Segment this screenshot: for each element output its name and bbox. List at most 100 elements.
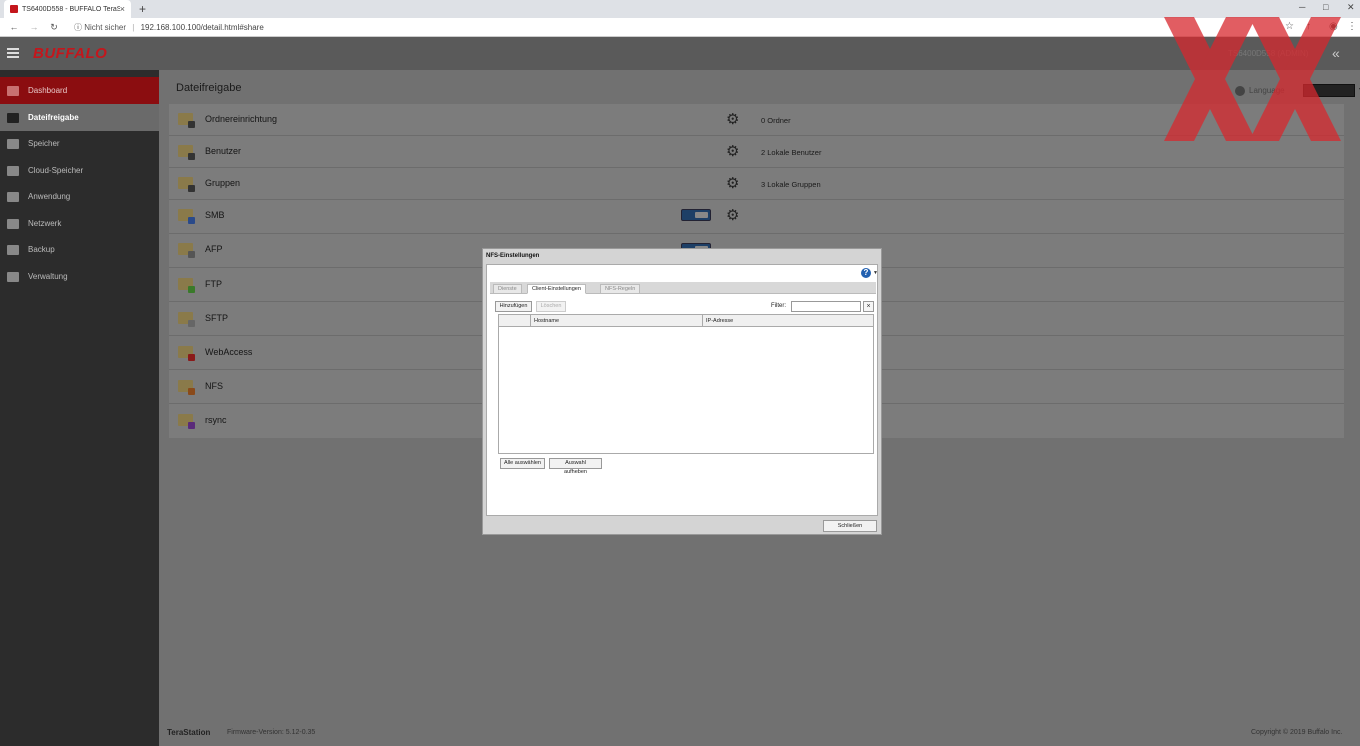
apps-grid-icon	[7, 191, 19, 202]
folder-webaccess-icon	[178, 346, 195, 361]
language-selector[interactable]: Language ▼	[1235, 84, 1360, 97]
sidebar-item-anwendung[interactable]: Anwendung	[0, 183, 159, 210]
sidebar-item-cloud-speicher[interactable]: Cloud-Speicher	[0, 157, 159, 184]
folder-settings-icon	[178, 113, 195, 128]
sidebar-item-label: Backup	[28, 245, 55, 254]
list-item-label: WebAccess	[205, 347, 253, 357]
buffalo-logo: BUFFALO	[33, 45, 108, 62]
smb-toggle[interactable]	[681, 209, 711, 221]
reload-icon[interactable]: ↻	[48, 22, 60, 33]
extension-icon[interactable]: ↑	[1306, 21, 1311, 32]
close-button[interactable]: Schließen	[823, 520, 877, 532]
column-ip-address[interactable]: IP-Adresse	[702, 315, 733, 326]
backup-icon	[7, 244, 19, 255]
browser-tab[interactable]: TS6400D558 - BUFFALO TeraStati ×	[4, 0, 131, 18]
hamburger-menu-icon[interactable]	[7, 48, 19, 60]
maximize-icon[interactable]: □	[1323, 2, 1328, 12]
select-all-button[interactable]: Alle auswählen	[500, 458, 545, 469]
sidebar-item-backup[interactable]: Backup	[0, 236, 159, 263]
deselect-button[interactable]: Auswahl aufheben	[549, 458, 602, 475]
delete-button[interactable]: Löschen	[536, 301, 566, 312]
sidebar-item-verwaltung[interactable]: Verwaltung	[0, 263, 159, 290]
sidebar-item-label: Dashboard	[28, 86, 68, 95]
list-item-label: NFS	[205, 381, 223, 391]
back-arrow-icon[interactable]: ←	[8, 22, 20, 32]
nfs-settings-dialog: NFS-Einstellungen ? ▼ Dienste Client-Ein…	[482, 248, 882, 535]
list-item-label: SMB	[205, 210, 225, 220]
list-item-benutzer[interactable]: Benutzer ⚙ 2 Lokale Benutzer	[169, 136, 1344, 168]
folder-afp-icon	[178, 243, 195, 258]
list-item-label: Benutzer	[205, 146, 242, 156]
new-tab-button[interactable]: +	[139, 2, 146, 16]
url-separator: |	[132, 22, 135, 32]
storage-icon	[7, 138, 19, 149]
app-header: BUFFALO TS6400D558 (ADMIN) «	[0, 37, 1360, 70]
list-item-gruppen[interactable]: Gruppen ⚙ 3 Lokale Gruppen	[169, 168, 1344, 200]
dialog-tabs: Dienste Client-Einstellungen NFS-Regeln	[490, 282, 876, 294]
tab-dienste[interactable]: Dienste	[493, 284, 522, 294]
cloud-icon	[7, 165, 19, 176]
add-button[interactable]: Hinzufügen	[495, 301, 532, 312]
language-dropdown[interactable]	[1302, 84, 1355, 97]
folder-icon	[7, 112, 19, 123]
network-icon	[7, 218, 19, 229]
close-tab-icon[interactable]: ×	[120, 4, 125, 14]
list-item-label: Ordnereinrichtung	[205, 114, 278, 124]
terastation-brand: TeraStation	[167, 728, 211, 737]
bookmark-star-icon[interactable]: ☆	[1285, 21, 1294, 32]
folder-ftp-icon	[178, 278, 195, 293]
language-label: Language	[1249, 86, 1285, 95]
select-column-header[interactable]	[499, 315, 531, 326]
url-text: 192.168.100.100/detail.html#share	[140, 22, 264, 32]
folder-nfs-icon	[178, 380, 195, 395]
gear-icon[interactable]: ⚙	[726, 112, 739, 127]
tab-nfs-regeln[interactable]: NFS-Regeln	[600, 284, 641, 294]
sidebar-item-speicher[interactable]: Speicher	[0, 130, 159, 157]
minimize-icon[interactable]: ─	[1299, 2, 1305, 12]
close-window-icon[interactable]: ✕	[1347, 2, 1355, 13]
sidebar-item-label: Netzwerk	[28, 219, 62, 228]
client-table: Hostname IP-Adresse	[498, 314, 874, 454]
copyright: Copyright © 2019 Buffalo Inc.	[1251, 729, 1343, 736]
browser-tabbar: TS6400D558 - BUFFALO TeraStati × + ─ □ ✕	[0, 0, 1360, 18]
sidebar-item-netzwerk[interactable]: Netzwerk	[0, 210, 159, 237]
tab-client-einstellungen[interactable]: Client-Einstellungen	[527, 284, 586, 294]
page-title: Dateifreigabe	[176, 82, 242, 94]
folder-user-icon	[178, 145, 195, 160]
gear-icon[interactable]: ⚙	[726, 144, 739, 159]
list-item-info: 0 Ordner	[761, 116, 791, 125]
chevron-down-icon[interactable]: ▼	[873, 270, 878, 276]
folder-rsync-icon	[178, 414, 195, 429]
dialog-title: NFS-Einstellungen	[486, 253, 540, 259]
list-item-label: Gruppen	[205, 178, 241, 188]
sidebar-item-label: Speicher	[28, 139, 60, 148]
list-item-label: rsync	[205, 415, 227, 425]
not-secure-label: Nicht sicher	[84, 22, 127, 32]
gear-icon[interactable]: ⚙	[726, 176, 739, 191]
sidebar-item-dateifreigabe[interactable]: Dateifreigabe	[0, 104, 159, 131]
menu-dots-icon[interactable]: ⋮	[1347, 21, 1357, 32]
help-icon[interactable]: ?	[861, 268, 871, 278]
sidebar-item-dashboard[interactable]: Dashboard	[0, 77, 159, 104]
address-bar: ← → ↻ ⓘ Nicht sicher | 192.168.100.100/d…	[0, 18, 1360, 37]
firmware-version: Firmware-Version: 5.12-0.35	[227, 729, 316, 736]
buffalo-favicon-icon	[10, 5, 18, 13]
sidebar-item-label: Cloud-Speicher	[28, 166, 84, 175]
column-hostname[interactable]: Hostname	[534, 318, 559, 324]
collapse-panel-icon[interactable]: «	[1332, 45, 1340, 61]
url-field[interactable]: ⓘ Nicht sicher | 192.168.100.100/detail.…	[74, 22, 264, 33]
list-item-smb[interactable]: SMB ⚙	[169, 200, 1344, 234]
folder-smb-icon	[178, 209, 195, 224]
list-item-label: FTP	[205, 279, 222, 289]
globe-icon	[1235, 85, 1245, 96]
table-header: Hostname IP-Adresse	[499, 315, 873, 327]
filter-input[interactable]	[791, 301, 861, 312]
list-item-ordnereinrichtung[interactable]: Ordnereinrichtung ⚙ 0 Ordner	[169, 104, 1344, 136]
sidebar-item-label: Verwaltung	[28, 272, 68, 281]
browser-tab-title: TS6400D558 - BUFFALO TeraStati	[22, 5, 120, 13]
profile-icon[interactable]: ◉	[1329, 21, 1338, 32]
sidebar-item-label: Dateifreigabe	[28, 113, 79, 122]
gear-icon[interactable]: ⚙	[726, 208, 739, 223]
forward-arrow-icon[interactable]: →	[28, 22, 40, 32]
clear-filter-button[interactable]: ×	[863, 301, 874, 312]
